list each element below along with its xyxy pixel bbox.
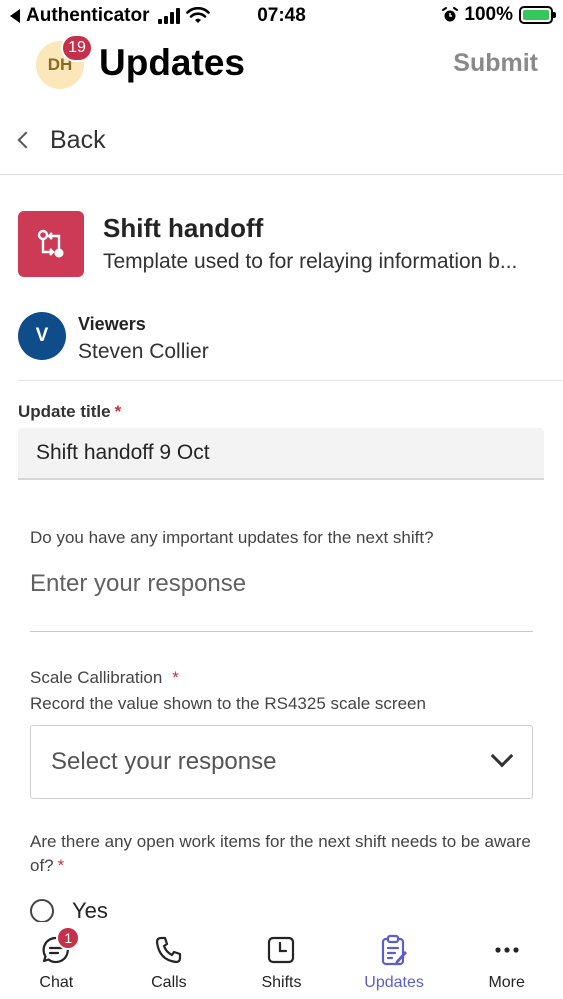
required-mark: * xyxy=(114,402,122,421)
question-important-updates: Do you have any important updates for th… xyxy=(30,528,434,547)
response-select[interactable]: Select your response xyxy=(30,725,533,799)
app-header: DH 19 Updates Submit xyxy=(0,32,563,102)
radio-option-yes[interactable]: Yes xyxy=(30,898,108,924)
radio-label-yes: Yes xyxy=(72,898,108,923)
tab-updates[interactable]: Updates xyxy=(338,922,451,999)
tab-calls[interactable]: Calls xyxy=(113,922,226,999)
divider xyxy=(0,174,563,175)
viewers-label: Viewers xyxy=(78,314,146,334)
chat-badge: 1 xyxy=(56,926,81,950)
update-title-value: Shift handoff 9 Oct xyxy=(36,441,210,464)
template-title: Shift handoff xyxy=(103,213,264,243)
required-mark: * xyxy=(57,856,65,875)
update-title-label-text: Update title xyxy=(18,402,111,421)
chat-icon: 1 xyxy=(38,926,81,968)
scale-calibration-subtext: Record the value shown to the RS4325 sca… xyxy=(30,694,426,713)
question-scale-calibration: Scale Callibration * xyxy=(30,666,179,690)
tab-label: Chat xyxy=(39,974,74,991)
tab-label: Updates xyxy=(364,974,424,991)
tab-label: Shifts xyxy=(261,974,302,991)
battery-charging-icon xyxy=(519,6,556,24)
page-title: Updates xyxy=(99,42,245,83)
status-right: 100% xyxy=(442,4,556,26)
battery-percent: 100% xyxy=(464,4,513,25)
submit-button[interactable]: Submit xyxy=(453,49,538,78)
back-button[interactable]: Back xyxy=(0,110,563,170)
select-placeholder: Select your response xyxy=(51,748,277,775)
template-description: Template used to for relaying informatio… xyxy=(103,250,518,273)
response-placeholder: Enter your response xyxy=(30,570,247,597)
alarm-icon xyxy=(442,7,459,22)
chevron-down-icon xyxy=(490,744,514,768)
more-icon xyxy=(489,932,525,968)
swap-arrows-icon xyxy=(18,211,84,277)
update-title-input[interactable]: Shift handoff 9 Oct xyxy=(18,428,544,480)
viewer-name: Steven Collier xyxy=(78,340,209,363)
divider xyxy=(18,380,563,381)
clock-icon xyxy=(263,932,299,968)
status-bar: Authenticator 07:48 100% xyxy=(0,0,563,32)
update-title-label: Update title * xyxy=(18,402,121,422)
scale-calibration-label: Scale Callibration xyxy=(30,668,163,687)
required-mark: * xyxy=(172,668,179,687)
chevron-left-icon xyxy=(17,131,35,149)
tab-more[interactable]: More xyxy=(450,922,563,999)
notification-badge: 19 xyxy=(61,34,93,62)
tab-label: Calls xyxy=(151,974,187,991)
question-open-work-items: Are there any open work items for the ne… xyxy=(30,830,540,878)
viewer-avatar: V xyxy=(18,312,66,360)
tab-chat[interactable]: 1 Chat xyxy=(0,922,113,999)
open-work-items-label: Are there any open work items for the ne… xyxy=(30,832,531,875)
radio-button[interactable] xyxy=(30,899,54,923)
tab-shifts[interactable]: Shifts xyxy=(225,922,338,999)
clipboard-icon xyxy=(376,932,412,968)
tab-label: More xyxy=(488,974,525,991)
bottom-tab-bar: 1 Chat Calls Shifts Updates More xyxy=(0,922,563,999)
back-label: Back xyxy=(50,125,106,154)
phone-icon xyxy=(151,932,187,968)
response-input[interactable]: Enter your response xyxy=(30,570,533,632)
